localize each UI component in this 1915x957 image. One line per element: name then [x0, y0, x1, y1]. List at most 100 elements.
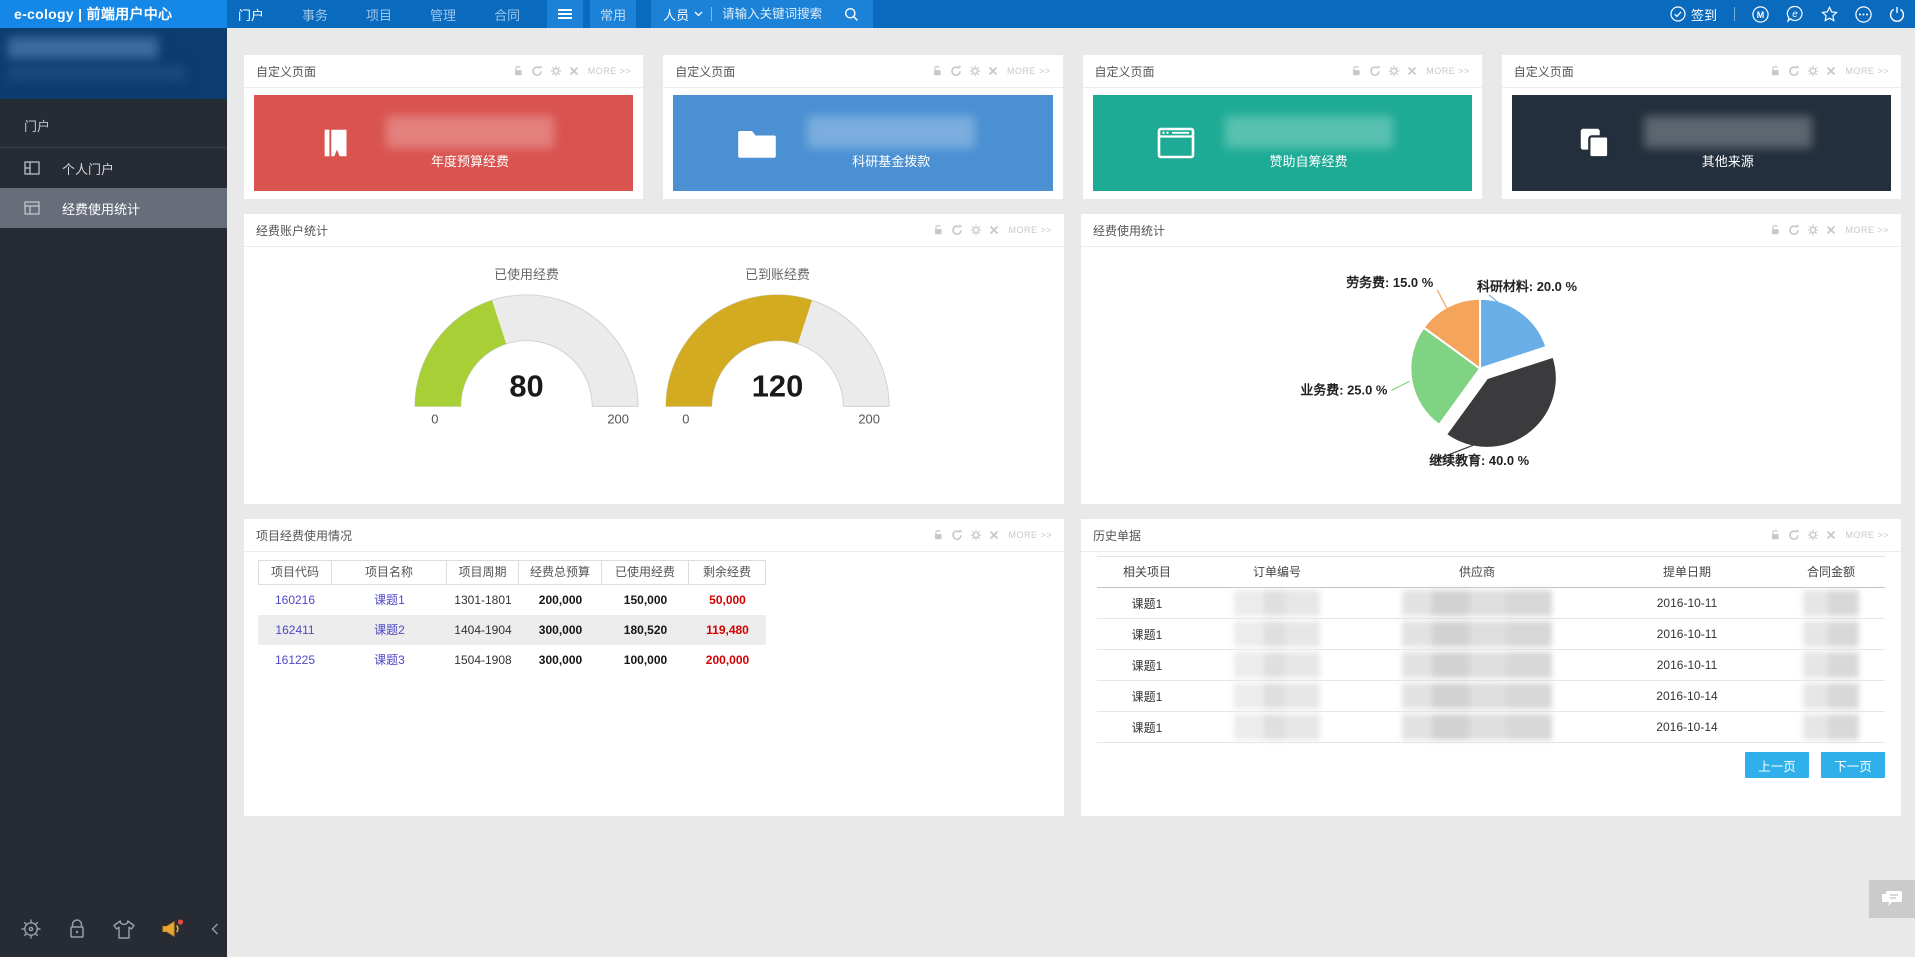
- date-cell: 2016-10-14: [1597, 689, 1777, 703]
- project-cell: 课题1: [1097, 626, 1197, 643]
- svg-text:e: e: [1792, 9, 1798, 20]
- unlock-icon[interactable]: [933, 529, 944, 541]
- portal-grid-icon: [24, 201, 40, 215]
- panel-more-link[interactable]: MORE >>: [1008, 530, 1052, 540]
- search-input[interactable]: [720, 6, 836, 22]
- next-page-button[interactable]: 下一页: [1821, 752, 1885, 778]
- close-icon[interactable]: [1826, 530, 1836, 540]
- table-cell: 50,000: [689, 585, 766, 615]
- unlock-icon[interactable]: [932, 65, 943, 77]
- ellipsis-circle-icon[interactable]: [1855, 6, 1872, 23]
- sidebar-item-经费使用统计[interactable]: 经费使用统计: [0, 188, 227, 228]
- order-number-blurred: [1234, 714, 1320, 740]
- settings-gear-icon[interactable]: [1807, 529, 1819, 541]
- amount-blurred: [1803, 683, 1859, 709]
- checkin-button[interactable]: 签到: [1670, 5, 1717, 24]
- chat-button[interactable]: [1869, 880, 1915, 918]
- star-icon[interactable]: [1821, 6, 1838, 23]
- close-icon[interactable]: [1407, 66, 1417, 76]
- unlock-icon[interactable]: [1351, 65, 1362, 77]
- panel-more-link[interactable]: MORE >>: [1845, 530, 1889, 540]
- amount-blurred: [1225, 116, 1393, 148]
- unlock-icon[interactable]: [933, 224, 944, 236]
- svg-text:已到账经费: 已到账经费: [745, 267, 810, 282]
- table-cell: 300,000: [519, 615, 602, 645]
- theme-shirt-icon[interactable]: [112, 919, 136, 940]
- m-circle-icon[interactable]: M: [1752, 6, 1769, 23]
- order-number-blurred: [1234, 652, 1320, 678]
- chevron-down-icon: [694, 11, 703, 17]
- menu-toggle-button[interactable]: [547, 0, 583, 28]
- settings-gear-icon[interactable]: [970, 224, 982, 236]
- nav-item-项目[interactable]: 项目: [366, 5, 392, 24]
- nav-item-事务[interactable]: 事务: [302, 5, 328, 24]
- table-cell: 200,000: [519, 585, 602, 615]
- panel-more-link[interactable]: MORE >>: [1845, 225, 1889, 235]
- sidebar-item-个人门户[interactable]: 个人门户: [0, 148, 227, 188]
- people-menu[interactable]: 人员: [663, 5, 703, 24]
- close-icon[interactable]: [989, 530, 999, 540]
- user-info-blurred: [0, 28, 227, 99]
- refresh-icon[interactable]: [531, 65, 543, 77]
- refresh-icon[interactable]: [1788, 65, 1800, 77]
- close-icon[interactable]: [1826, 66, 1836, 76]
- project-link[interactable]: 课题2: [332, 615, 447, 645]
- table-row: 课题12016-10-11: [1097, 619, 1885, 650]
- panel-more-link[interactable]: MORE >>: [1007, 66, 1051, 76]
- refresh-icon[interactable]: [1788, 529, 1800, 541]
- e-chat-icon[interactable]: e: [1786, 5, 1804, 23]
- table-row: 162411课题21404-1904300,000180,520119,480: [258, 615, 766, 645]
- project-link[interactable]: 课题3: [332, 645, 447, 675]
- unlock-icon[interactable]: [1770, 224, 1781, 236]
- panel-more-link[interactable]: MORE >>: [1008, 225, 1052, 235]
- nav-item-合同[interactable]: 合同: [494, 5, 520, 24]
- lock-icon[interactable]: [67, 918, 87, 940]
- tab-quick-access[interactable]: 常用: [590, 0, 636, 28]
- settings-gear-icon[interactable]: [550, 65, 562, 77]
- table-row: 161225课题31504-1908300,000100,000200,000: [258, 645, 766, 675]
- close-icon[interactable]: [988, 66, 998, 76]
- summary-card-科研基金拨款[interactable]: 科研基金拨款: [673, 95, 1052, 191]
- settings-gear-icon[interactable]: [969, 65, 981, 77]
- settings-gear-icon[interactable]: [1807, 65, 1819, 77]
- svg-text:120: 120: [752, 368, 804, 403]
- nav-item-门户[interactable]: 门户: [238, 5, 264, 24]
- search-icon[interactable]: [844, 7, 859, 22]
- refresh-icon[interactable]: [951, 529, 963, 541]
- refresh-icon[interactable]: [1788, 224, 1800, 236]
- refresh-icon[interactable]: [1369, 65, 1381, 77]
- top-nav: 门户 事务 项目 管理 合同: [238, 0, 520, 28]
- refresh-icon[interactable]: [951, 224, 963, 236]
- panel-more-link[interactable]: MORE >>: [588, 66, 632, 76]
- panel-more-link[interactable]: MORE >>: [1426, 66, 1470, 76]
- prev-page-button[interactable]: 上一页: [1745, 752, 1809, 778]
- gear-icon[interactable]: [20, 918, 42, 940]
- settings-gear-icon[interactable]: [1388, 65, 1400, 77]
- panel-title: 自定义页面: [675, 63, 735, 80]
- project-link[interactable]: 161225: [258, 645, 332, 675]
- close-icon[interactable]: [1826, 225, 1836, 235]
- close-icon[interactable]: [569, 66, 579, 76]
- column-header: 项目名称: [332, 561, 447, 584]
- close-icon[interactable]: [989, 225, 999, 235]
- refresh-icon[interactable]: [950, 65, 962, 77]
- announcement-speaker-icon[interactable]: [160, 917, 186, 941]
- summary-card-其他来源[interactable]: 其他来源: [1512, 95, 1891, 191]
- power-icon[interactable]: [1889, 6, 1905, 22]
- settings-gear-icon[interactable]: [970, 529, 982, 541]
- hamburger-icon: [558, 9, 572, 11]
- sidebar: 门户 个人门户经费使用统计: [0, 28, 227, 957]
- unlock-icon[interactable]: [513, 65, 524, 77]
- nav-item-管理[interactable]: 管理: [430, 5, 456, 24]
- panel-more-link[interactable]: MORE >>: [1845, 66, 1889, 76]
- summary-card-年度预算经费[interactable]: 年度预算经费: [254, 95, 633, 191]
- date-cell: 2016-10-11: [1597, 596, 1777, 610]
- collapse-arrow-icon[interactable]: [211, 923, 219, 935]
- unlock-icon[interactable]: [1770, 529, 1781, 541]
- project-link[interactable]: 160216: [258, 585, 332, 615]
- project-link[interactable]: 课题1: [332, 585, 447, 615]
- summary-card-赞助自筹经费[interactable]: 赞助自筹经费: [1093, 95, 1472, 191]
- settings-gear-icon[interactable]: [1807, 224, 1819, 236]
- project-link[interactable]: 162411: [258, 615, 332, 645]
- unlock-icon[interactable]: [1770, 65, 1781, 77]
